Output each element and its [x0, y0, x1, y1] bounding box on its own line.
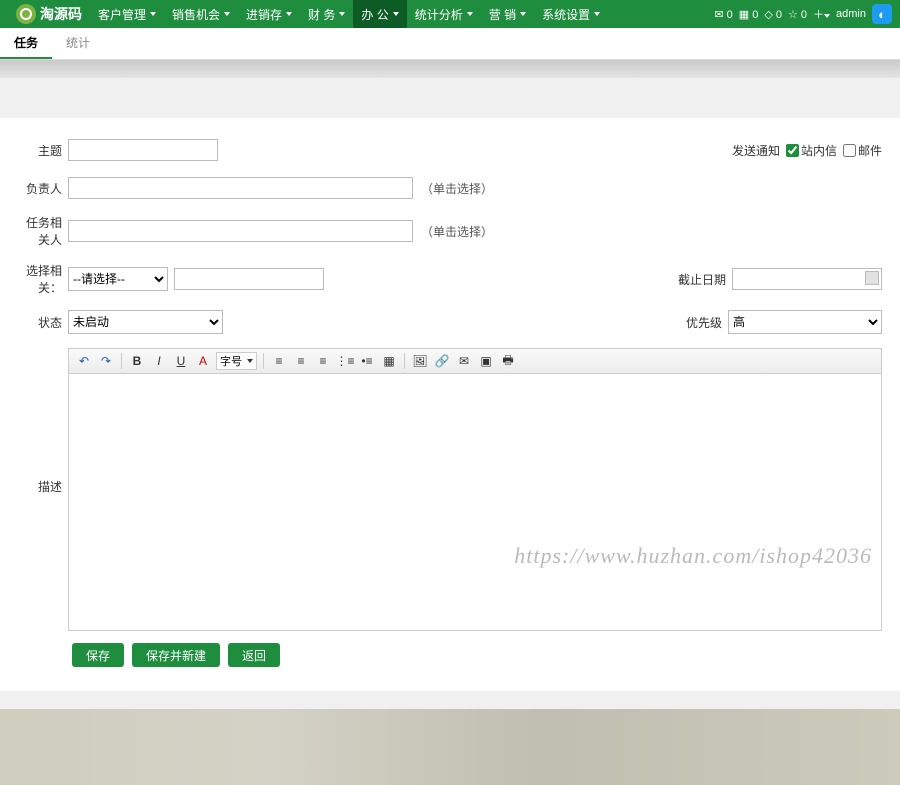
status-select[interactable]: 未启动 [68, 310, 223, 334]
save-new-button[interactable]: 保存并新建 [132, 643, 220, 667]
top-navbar: 淘源码 客户管理 销售机会 进销存 财 务 办 公 统计分析 营 销 系统设置 … [0, 0, 900, 28]
brand-text: 淘源码 [40, 4, 82, 24]
rich-text-editor: ↶ ↶ B I U A 字号 ≡ ≡ ≡ ⋮≡ •≡ ▦ 🖼 🔗 ✉ ▣ [68, 348, 882, 631]
underline-icon[interactable]: U [172, 352, 190, 370]
nav-item-settings[interactable]: 系统设置 [534, 0, 608, 28]
decor-strip [0, 60, 900, 78]
nav-right: ✉ 0 ▦ 0 ◇ 0 ☆ 0 ＋ admin ◐ [714, 4, 892, 24]
brand[interactable]: 淘源码 [8, 4, 90, 24]
notify-site-checkbox[interactable]: 站内信 [786, 142, 837, 159]
image-icon[interactable]: 🖼 [411, 352, 429, 370]
related-person-label: 任务相关人 [18, 214, 68, 248]
deadline-label: 截止日期 [666, 271, 726, 288]
toolbar-separator [404, 353, 405, 369]
notify-mail-checkbox[interactable]: 邮件 [843, 142, 882, 159]
principal-hint: （单击选择） [421, 180, 493, 197]
unordered-list-icon[interactable]: •≡ [358, 352, 376, 370]
redo-icon[interactable]: ↶ [97, 352, 115, 370]
chevron-down-icon [224, 12, 230, 16]
font-size-select[interactable]: 字号 [216, 352, 257, 370]
priority-label: 优先级 [662, 314, 722, 331]
deadline-input[interactable] [732, 268, 882, 290]
chevron-down-icon [286, 12, 292, 16]
chevron-down-icon [520, 12, 526, 16]
print-icon[interactable]: 🖶 [499, 352, 517, 370]
email-icon[interactable]: ✉ [455, 352, 473, 370]
nav-item-office[interactable]: 办 公 [353, 0, 406, 28]
align-center-icon[interactable]: ≡ [292, 352, 310, 370]
save-button[interactable]: 保存 [72, 643, 124, 667]
font-color-icon[interactable]: A [194, 352, 212, 370]
related-value-input[interactable] [174, 268, 324, 290]
user-name[interactable]: admin [836, 8, 866, 20]
nav-item-finance[interactable]: 财 务 [300, 0, 353, 28]
principal-label: 负责人 [18, 180, 68, 197]
related-type-select[interactable]: --请选择-- [68, 267, 168, 291]
nav-item-customer[interactable]: 客户管理 [90, 0, 164, 28]
chevron-down-icon [467, 12, 473, 16]
subject-input[interactable] [68, 139, 218, 161]
editor-content[interactable] [69, 374, 881, 630]
bold-icon[interactable]: B [128, 352, 146, 370]
related-person-hint: （单击选择） [421, 223, 493, 240]
undo-icon[interactable]: ↶ [75, 352, 93, 370]
priority-select[interactable]: 高 [728, 310, 882, 334]
link-icon[interactable]: 🔗 [433, 352, 451, 370]
principal-input[interactable] [68, 177, 413, 199]
toolbar-separator [263, 353, 264, 369]
desc-label: 描述 [18, 348, 68, 631]
choose-related-label: 选择相关： [18, 262, 68, 296]
mail-icon[interactable]: ✉ 0 [714, 8, 732, 21]
stat-badge-2[interactable]: ◇ 0 [764, 8, 782, 21]
stat-badge-3[interactable]: ☆ 0 [788, 8, 807, 21]
italic-icon[interactable]: I [150, 352, 168, 370]
align-left-icon[interactable]: ≡ [270, 352, 288, 370]
form-actions: 保存 保存并新建 返回 [18, 631, 882, 667]
toolbar-separator [121, 353, 122, 369]
chevron-down-icon [824, 14, 830, 18]
user-avatar-icon[interactable]: ◐ [872, 4, 892, 24]
add-icon[interactable]: ＋ [813, 6, 830, 22]
brand-logo-icon [16, 4, 36, 24]
nav-item-stats[interactable]: 统计分析 [407, 0, 481, 28]
main-menu: 客户管理 销售机会 进销存 财 务 办 公 统计分析 营 销 系统设置 [90, 0, 608, 28]
nav-item-sales[interactable]: 销售机会 [164, 0, 238, 28]
nav-item-stock[interactable]: 进销存 [238, 0, 300, 28]
nav-item-marketing[interactable]: 营 销 [481, 0, 534, 28]
chevron-down-icon [594, 12, 600, 16]
stat-badge-1[interactable]: ▦ 0 [739, 8, 759, 21]
code-icon[interactable]: ▣ [477, 352, 495, 370]
chevron-down-icon [150, 12, 156, 16]
chevron-down-icon [393, 12, 399, 16]
tab-tasks[interactable]: 任务 [0, 28, 52, 59]
sub-tabs: 任务 统计 [0, 28, 900, 60]
back-button[interactable]: 返回 [228, 643, 280, 667]
tab-stats[interactable]: 统计 [52, 28, 104, 59]
footer-strip [0, 709, 900, 785]
editor-toolbar: ↶ ↶ B I U A 字号 ≡ ≡ ≡ ⋮≡ •≡ ▦ 🖼 🔗 ✉ ▣ [69, 349, 881, 374]
ordered-list-icon[interactable]: ⋮≡ [336, 352, 354, 370]
chevron-down-icon [339, 12, 345, 16]
task-form: 主题 发送通知 站内信 邮件 负责人 （单击选择） 任务相关人 （单击选择） 选… [0, 118, 900, 691]
notify-label: 发送通知 [720, 142, 780, 159]
align-right-icon[interactable]: ≡ [314, 352, 332, 370]
subject-label: 主题 [18, 142, 68, 159]
related-person-input[interactable] [68, 220, 413, 242]
table-icon[interactable]: ▦ [380, 352, 398, 370]
calendar-icon[interactable] [865, 271, 879, 285]
status-label: 状态 [18, 314, 68, 331]
